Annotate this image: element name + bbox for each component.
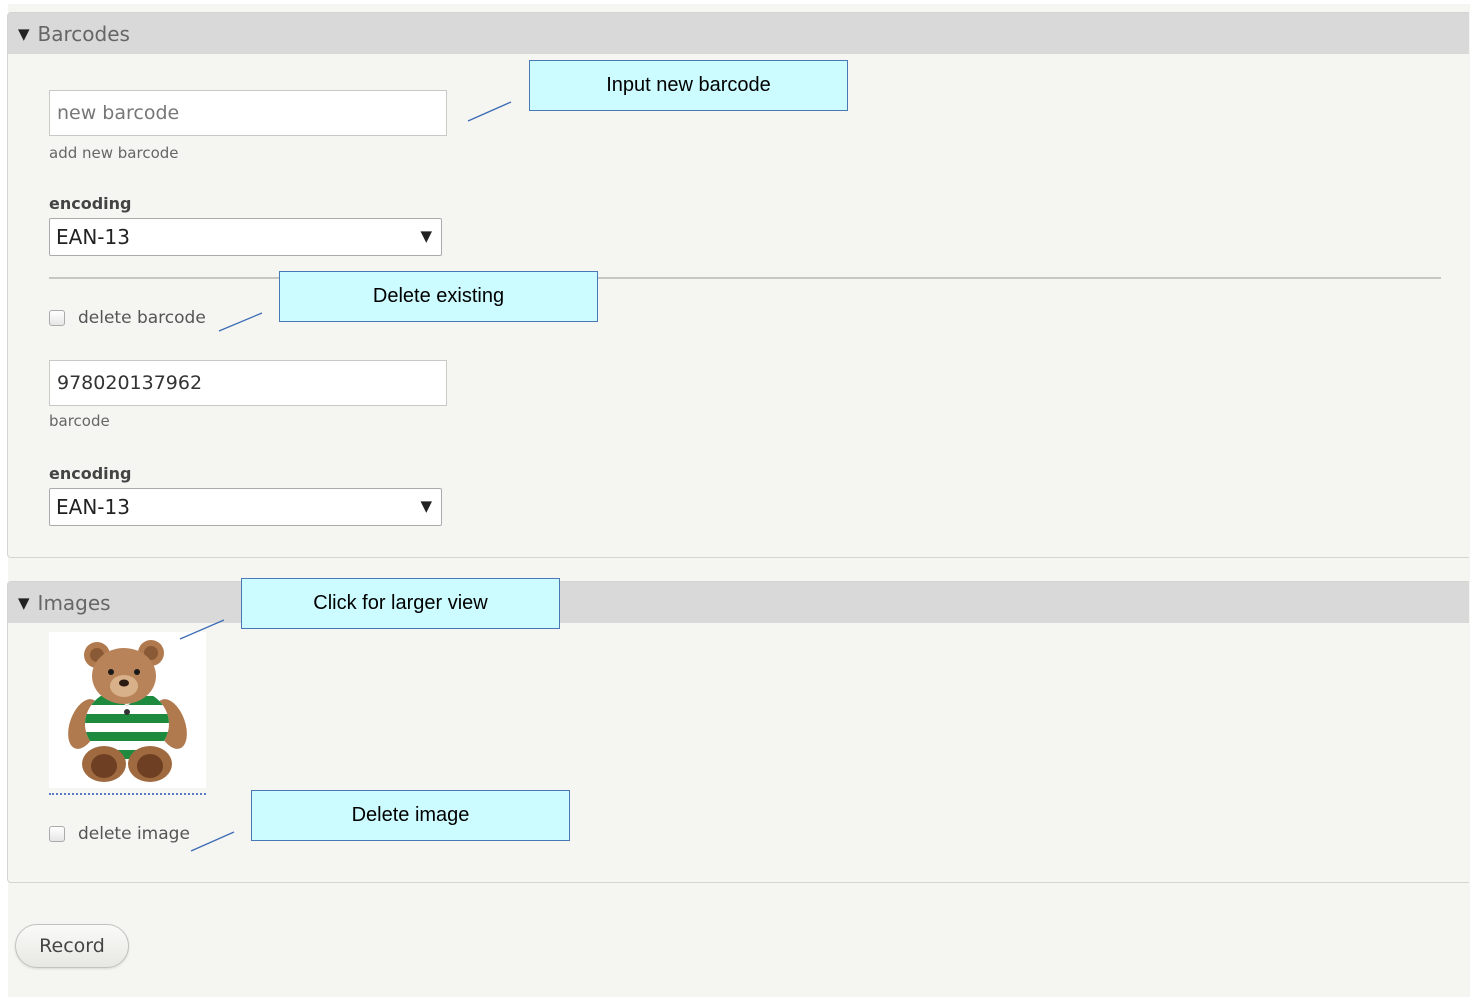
existing-barcode-input[interactable] — [49, 360, 447, 406]
callout-delete-existing: Delete existing — [279, 271, 598, 322]
chevron-down-icon: ▼ — [420, 497, 432, 515]
barcodes-legend[interactable]: ▼ Barcodes — [8, 13, 1469, 54]
existing-encoding-value: EAN-13 — [56, 495, 130, 519]
thumbnail-link-underline — [49, 793, 206, 795]
images-legend[interactable]: ▼ Images — [8, 582, 1469, 623]
collapse-triangle-icon: ▼ — [18, 593, 30, 612]
delete-barcode-label[interactable]: delete barcode — [78, 308, 206, 328]
existing-encoding-label: encoding — [49, 464, 132, 483]
existing-barcode-description: barcode — [49, 412, 110, 430]
new-barcode-input[interactable] — [49, 90, 447, 136]
delete-barcode-row: delete barcode — [49, 308, 206, 328]
teddy-bear-thumbnail[interactable] — [49, 632, 206, 788]
collapse-triangle-icon: ▼ — [18, 24, 30, 43]
record-button[interactable]: Record — [15, 924, 129, 968]
callout-delete-image: Delete image — [251, 790, 570, 841]
existing-encoding-select[interactable]: EAN-13 ▼ — [49, 488, 442, 526]
delete-barcode-checkbox[interactable] — [49, 310, 65, 326]
delete-image-checkbox[interactable] — [49, 826, 65, 842]
images-legend-label: Images — [37, 590, 111, 615]
delete-image-label[interactable]: delete image — [78, 824, 190, 844]
callout-input-new-barcode: Input new barcode — [529, 60, 848, 111]
new-barcode-description: add new barcode — [49, 144, 179, 162]
new-encoding-label: encoding — [49, 194, 132, 213]
barcode-divider — [49, 277, 1441, 279]
callout-click-larger-view: Click for larger view — [241, 578, 560, 629]
new-encoding-value: EAN-13 — [56, 225, 130, 249]
teddy-bear-image-icon — [68, 640, 187, 782]
images-fieldset: ▼ Images — [7, 581, 1469, 883]
new-encoding-select[interactable]: EAN-13 ▼ — [49, 218, 442, 256]
barcodes-legend-label: Barcodes — [37, 21, 130, 46]
chevron-down-icon: ▼ — [420, 227, 432, 245]
delete-image-row: delete image — [49, 824, 190, 844]
